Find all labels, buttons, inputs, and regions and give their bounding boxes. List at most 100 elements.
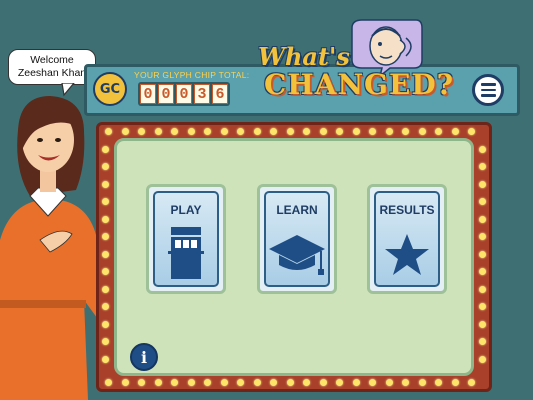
marquee-bulb: [435, 379, 442, 386]
marquee-bulb: [451, 379, 459, 386]
marquee-bulb: [121, 379, 129, 386]
marquee-bulb: [336, 379, 343, 386]
marquee-bulb: [237, 379, 244, 386]
counter-digit: 6: [212, 84, 228, 104]
marquee-bulb: [479, 163, 486, 170]
marquee-bulb: [138, 379, 145, 386]
marquee-bulb: [479, 268, 486, 275]
marquee-bulb: [154, 128, 162, 135]
results-button-face: RESULTS: [374, 191, 440, 287]
marquee-bulb: [102, 163, 109, 170]
marquee-bulb: [369, 128, 376, 135]
marquee-bulb: [270, 379, 277, 386]
glyph-chip-label: YOUR GLYPH CHIP TOTAL:: [134, 70, 250, 80]
title-line-2: CHANGED?: [264, 68, 454, 101]
marquee-bulb: [479, 250, 486, 258]
marquee-bulb: [479, 355, 486, 363]
marquee-bulb: [204, 128, 211, 135]
welcome-label: Welcome: [30, 54, 74, 66]
marquee-bulb: [385, 379, 393, 386]
title-line-1: What's: [258, 42, 350, 71]
marquee-bulb: [102, 215, 109, 223]
welcome-bubble: Welcome Zeeshan Khan: [8, 49, 96, 85]
results-button[interactable]: RESULTS: [367, 184, 447, 294]
info-icon: i: [140, 347, 148, 367]
learn-button[interactable]: LEARN: [257, 184, 337, 294]
marquee-bulb: [154, 379, 162, 386]
marquee-bulb: [102, 180, 109, 188]
marquee-bulb: [220, 379, 228, 386]
marquee-bulb: [204, 379, 211, 386]
marquee-bulb: [187, 128, 195, 135]
marquee-bulb: [479, 215, 486, 223]
marquee-bulb: [253, 128, 261, 135]
user-name: Zeeshan Khan: [17, 67, 87, 79]
marquee-bulb: [187, 379, 195, 386]
counter-digit: 0: [140, 84, 156, 104]
marquee-bulb: [319, 379, 327, 386]
marquee-bulb: [286, 379, 294, 386]
marquee-bulb: [105, 128, 112, 135]
marquee-bulb: [102, 198, 109, 205]
counter-digit: 0: [176, 84, 192, 104]
marquee-bulb: [468, 379, 475, 386]
marquee-bulb: [479, 233, 486, 240]
marquee-bulb: [435, 128, 442, 135]
hamburger-menu-icon-bar: [480, 88, 496, 92]
bubble-tail: [61, 83, 75, 97]
glyph-chip-badge-label: GC: [99, 81, 121, 97]
hamburger-menu-icon-bar: [480, 94, 496, 97]
graduation-cap-icon: [269, 235, 325, 275]
glyph-chip-badge: GC: [93, 72, 127, 106]
marquee-bulb: [479, 145, 486, 153]
marquee-bulb: [171, 128, 178, 135]
marquee-bulb: [102, 233, 109, 240]
marquee-bulb: [220, 128, 228, 135]
marquee-bulb: [102, 320, 109, 328]
marquee-bulb: [418, 128, 426, 135]
learn-label: LEARN: [276, 203, 318, 217]
marquee-bulb: [369, 379, 376, 386]
marquee-bulb: [105, 379, 112, 386]
marquee-bulb: [286, 128, 294, 135]
marquee-bulb: [102, 268, 109, 275]
info-button[interactable]: i: [130, 343, 158, 371]
marquee-bulb: [171, 379, 178, 386]
marquee-bulb: [479, 320, 486, 328]
marquee-bulb: [102, 250, 109, 258]
results-label: RESULTS: [379, 203, 435, 217]
marquee-bulb: [253, 379, 261, 386]
menu-button[interactable]: [472, 74, 504, 106]
marquee-bulb: [352, 128, 360, 135]
marquee-bulb: [418, 379, 426, 386]
marquee-bulb: [402, 379, 409, 386]
marquee-bulb: [336, 128, 343, 135]
marquee-bulb: [121, 128, 129, 135]
marquee-bulb: [402, 128, 409, 135]
marquee-bulb: [237, 128, 244, 135]
marquee-bulb: [102, 338, 109, 345]
marquee-bulb: [303, 128, 310, 135]
marquee-bulb: [303, 379, 310, 386]
marquee-bulb: [102, 303, 109, 310]
game-title: What's CHANGED?: [250, 19, 465, 110]
marquee-bulb: [138, 128, 145, 135]
marquee-bulb: [102, 285, 109, 293]
marquee-bulb: [102, 145, 109, 153]
play-button[interactable]: PLAY: [146, 184, 226, 294]
star-icon: [385, 234, 429, 275]
glyph-chip-counter: 0 0 0 3 6: [138, 82, 230, 106]
hamburger-menu-icon: [480, 83, 496, 86]
marquee-bulb: [352, 379, 360, 386]
marquee-bulb: [319, 128, 327, 135]
marquee-bulb: [270, 128, 277, 135]
marquee-bulb: [385, 128, 393, 135]
marquee-bulb: [479, 303, 486, 310]
marquee-bulb: [479, 338, 486, 345]
marquee-bulb: [479, 285, 486, 293]
marquee-bulb: [468, 128, 475, 135]
play-label: PLAY: [170, 203, 202, 217]
play-button-face: PLAY: [153, 191, 219, 287]
marquee-bulb: [479, 198, 486, 205]
counter-digit: 3: [194, 84, 210, 104]
